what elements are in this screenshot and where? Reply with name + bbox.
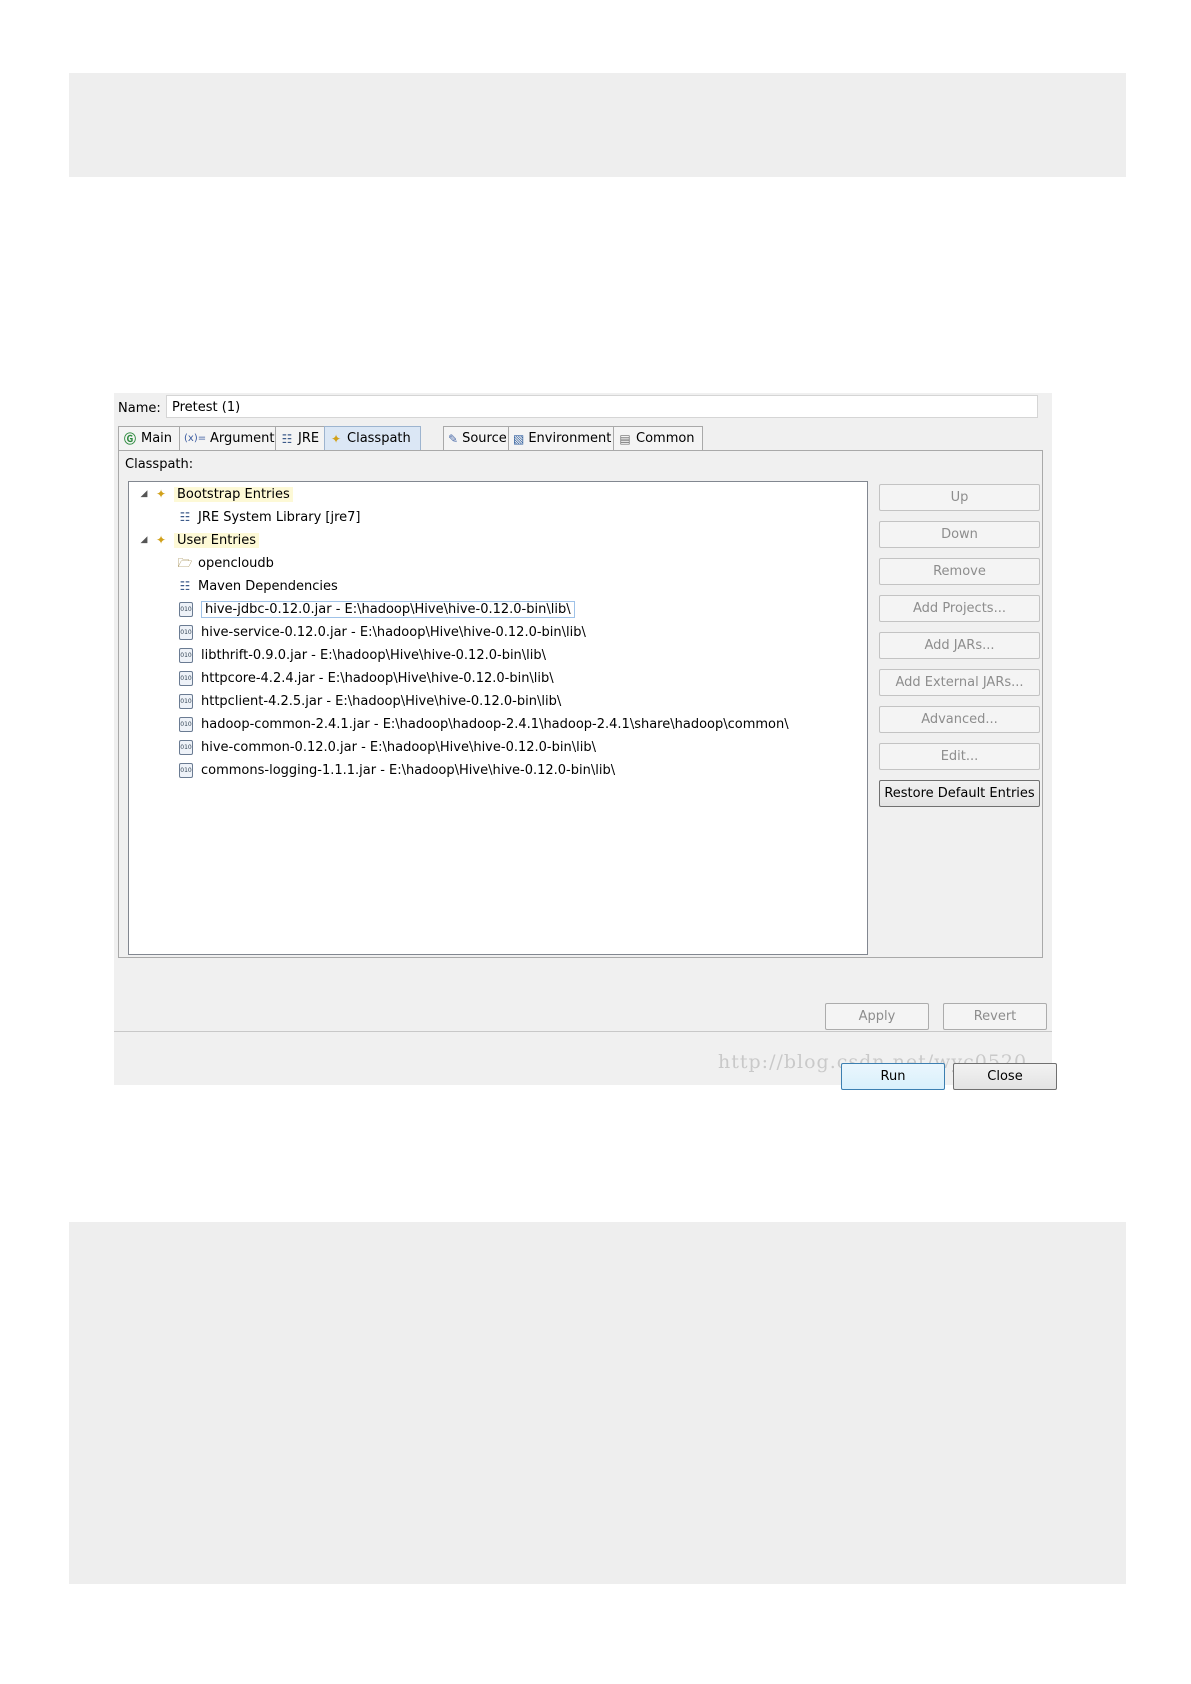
tree-node-jar[interactable]: 010 httpclient-4.2.5.jar - E:\hadoop\Hiv… <box>177 691 561 711</box>
tab-environment-label: Environment <box>528 431 612 446</box>
tree-node-jar[interactable]: 010 hive-service-0.12.0.jar - E:\hadoop\… <box>177 622 586 642</box>
jar-icon: 010 <box>179 693 193 709</box>
tab-source[interactable]: ✎ Source <box>443 426 509 450</box>
add-projects-button[interactable]: Add Projects... <box>879 595 1040 622</box>
classpath-label: Classpath: <box>125 457 194 472</box>
environment-icon: ▧ <box>513 431 525 446</box>
tree-node-jar[interactable]: 010 hive-jdbc-0.12.0.jar - E:\hadoop\Hiv… <box>177 599 575 619</box>
tab-main-label: Main <box>141 431 173 446</box>
remove-button[interactable]: Remove <box>879 558 1040 585</box>
common-icon: ▤ <box>619 431 631 446</box>
tab-common-label: Common <box>636 431 695 446</box>
tree-node-label: hive-common-0.12.0.jar - E:\hadoop\Hive\… <box>201 739 596 755</box>
up-button[interactable]: Up <box>879 484 1040 511</box>
tree-node-jar[interactable]: 010 httpcore-4.2.4.jar - E:\hadoop\Hive\… <box>177 668 554 688</box>
tab-source-label: Source <box>462 431 507 446</box>
tree-node-opencloudb[interactable]: 🗁 opencloudb <box>177 553 274 573</box>
run-button[interactable]: Run <box>841 1063 945 1090</box>
source-icon: ✎ <box>448 431 459 446</box>
tab-environment[interactable]: ▧ Environment <box>508 426 614 450</box>
tab-common[interactable]: ▤ Common <box>613 426 703 450</box>
classpath-entries-icon: ✦ <box>155 487 167 501</box>
tab-classpath-label: Classpath <box>347 431 411 446</box>
tree-node-label: User Entries <box>174 532 260 548</box>
tab-jre[interactable]: ☷ JRE <box>275 426 325 450</box>
library-icon: ☷ <box>179 579 191 593</box>
restore-default-entries-button[interactable]: Restore Default Entries <box>879 780 1040 807</box>
tree-node-label: opencloudb <box>198 555 274 571</box>
collapse-arrow-icon[interactable]: ◢ <box>139 535 149 545</box>
classpath-tree[interactable]: ◢ ✦ Bootstrap Entries ☷ JRE System Libra… <box>128 481 868 955</box>
tree-node-label: httpclient-4.2.5.jar - E:\hadoop\Hive\hi… <box>201 693 562 709</box>
tree-node-label: JRE System Library [jre7] <box>198 509 361 525</box>
advanced-button[interactable]: Advanced... <box>879 706 1040 733</box>
down-button[interactable]: Down <box>879 521 1040 548</box>
tree-node-label: Maven Dependencies <box>198 578 338 594</box>
jre-icon: ☷ <box>281 431 293 446</box>
jar-icon: 010 <box>179 716 193 732</box>
main-launch-icon: Ⓖ <box>123 431 136 446</box>
tree-node-jar[interactable]: 010 hive-common-0.12.0.jar - E:\hadoop\H… <box>177 737 596 757</box>
tree-node-jar[interactable]: 010 hadoop-common-2.4.1.jar - E:\hadoop\… <box>177 714 789 734</box>
tree-node-label: libthrift-0.9.0.jar - E:\hadoop\Hive\hiv… <box>201 647 547 663</box>
classpath-entries-icon: ✦ <box>155 533 167 547</box>
tree-node-jar[interactable]: 010 commons-logging-1.1.1.jar - E:\hadoo… <box>177 760 615 780</box>
tree-node-maven[interactable]: ☷ Maven Dependencies <box>177 576 338 596</box>
apply-button[interactable]: Apply <box>825 1003 929 1030</box>
revert-button[interactable]: Revert <box>943 1003 1047 1030</box>
tab-jre-label: JRE <box>298 431 320 446</box>
tab-main[interactable]: Ⓖ Main <box>118 426 180 450</box>
tab-arguments[interactable]: (x)= Arguments <box>179 426 281 450</box>
name-field[interactable]: Pretest (1) <box>166 395 1038 418</box>
footer-separator <box>114 1031 1052 1032</box>
jar-icon: 010 <box>179 670 193 686</box>
tree-node-label: hive-jdbc-0.12.0.jar - E:\hadoop\Hive\hi… <box>201 600 575 618</box>
classpath-tab-content: Classpath: ◢ ✦ Bootstrap Entries ☷ JRE S… <box>118 450 1043 958</box>
tree-node-label: hadoop-common-2.4.1.jar - E:\hadoop\hado… <box>201 716 789 732</box>
add-jars-button[interactable]: Add JARs... <box>879 632 1040 659</box>
tab-strip: Ⓖ Main (x)= Arguments ☷ JRE ✦ Classpath … <box>118 426 1043 450</box>
tree-node-jre-library[interactable]: ☷ JRE System Library [jre7] <box>177 507 361 527</box>
close-button[interactable]: Close <box>953 1063 1057 1090</box>
edit-button[interactable]: Edit... <box>879 743 1040 770</box>
run-configuration-dialog: Name: Pretest (1) Ⓖ Main (x)= Arguments … <box>114 393 1057 1090</box>
tab-classpath[interactable]: ✦ Classpath <box>324 426 421 450</box>
tree-node-user[interactable]: ◢ ✦ User Entries <box>139 530 260 550</box>
add-external-jars-button[interactable]: Add External JARs... <box>879 669 1040 696</box>
arguments-icon: (x)= <box>184 432 207 444</box>
jar-icon: 010 <box>179 624 193 640</box>
name-label: Name: <box>118 401 161 416</box>
jar-icon: 010 <box>179 739 193 755</box>
classpath-icon: ✦ <box>330 431 342 446</box>
bottom-gray-band <box>69 1222 1126 1584</box>
jar-icon: 010 <box>179 762 193 778</box>
tab-arguments-label: Arguments <box>210 431 282 446</box>
top-gray-band <box>69 73 1126 177</box>
collapse-arrow-icon[interactable]: ◢ <box>139 489 149 499</box>
jar-icon: 010 <box>179 601 193 617</box>
library-icon: ☷ <box>179 510 191 524</box>
jar-icon: 010 <box>179 647 193 663</box>
tree-node-label: hive-service-0.12.0.jar - E:\hadoop\Hive… <box>201 624 586 640</box>
tree-node-label: Bootstrap Entries <box>174 486 293 502</box>
tree-node-jar[interactable]: 010 libthrift-0.9.0.jar - E:\hadoop\Hive… <box>177 645 546 665</box>
tree-node-label: httpcore-4.2.4.jar - E:\hadoop\Hive\hive… <box>201 670 554 686</box>
project-folder-icon: 🗁 <box>177 556 193 570</box>
tree-node-bootstrap[interactable]: ◢ ✦ Bootstrap Entries <box>139 484 293 504</box>
tree-node-label: commons-logging-1.1.1.jar - E:\hadoop\Hi… <box>201 762 616 778</box>
